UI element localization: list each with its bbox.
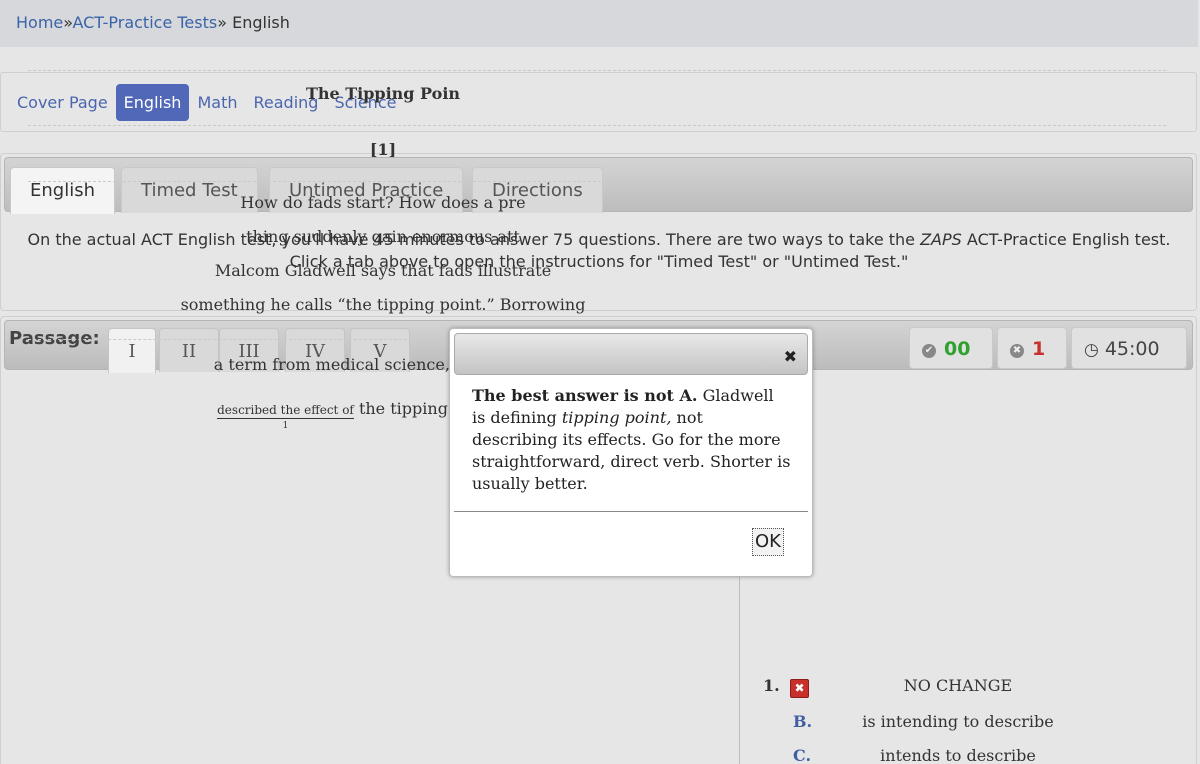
- clock-icon: ◷: [1084, 340, 1099, 360]
- brand-name: ZAPS: [920, 230, 962, 249]
- divider: [28, 181, 1166, 182]
- wrong-answer-icon: ✖: [790, 679, 809, 698]
- underlined-phrase-1b[interactable]: described the effect of 1: [217, 402, 354, 431]
- ok-button[interactable]: OK: [752, 528, 784, 556]
- answer-letter: C.: [793, 746, 812, 764]
- incorrect-value: 1: [1032, 338, 1046, 360]
- breadcrumb-tests[interactable]: ACT-Practice Tests: [72, 13, 217, 32]
- answer-letter: B.: [793, 712, 813, 731]
- section-number: [1]: [369, 140, 397, 159]
- correct-value: 00: [944, 338, 971, 360]
- passage-line: Malcom Gladwell says that fads illustrat…: [214, 261, 552, 280]
- answer-text: intends to describe: [880, 746, 1036, 764]
- answer-option-a[interactable]: 1. ✖ NO CHANGE: [763, 676, 1163, 700]
- breadcrumb-sep: »: [217, 13, 233, 32]
- timer: ◷ 45:00: [1071, 327, 1187, 369]
- passage-line: thing suddenly gain enormous att: [246, 227, 520, 246]
- close-icon[interactable]: ✖: [784, 347, 797, 366]
- correct-count: ✔ 00: [909, 327, 993, 369]
- breadcrumb-current: English: [232, 13, 290, 32]
- dialog-term: tipping point,: [561, 408, 672, 427]
- question-number: 1.: [763, 676, 780, 695]
- answer-option-b[interactable]: B. is intending to describe: [763, 712, 1163, 736]
- underlined-text: described the effect of: [217, 403, 354, 417]
- timer-value: 45:00: [1104, 338, 1160, 360]
- answer-text: is intending to describe: [862, 712, 1054, 731]
- divider: [28, 70, 1166, 71]
- answer-text: NO CHANGE: [903, 676, 1013, 695]
- x-circle-icon: ✖: [1010, 344, 1024, 358]
- answer-option-c[interactable]: C. intends to describe: [763, 746, 1163, 764]
- passage-line: something he calls “the tipping point.” …: [180, 295, 586, 314]
- dialog-message: The best answer is not A. Gladwell is de…: [472, 385, 792, 495]
- incorrect-count: ✖ 1: [997, 327, 1067, 369]
- feedback-dialog: ✖ The best answer is not A. Gladwell is …: [449, 328, 813, 577]
- passage-line: How do fads start? How does a pre: [240, 193, 526, 212]
- question-ref: 1: [282, 421, 289, 431]
- dialog-verdict: The best answer is not A.: [472, 386, 698, 405]
- passage-title: The Tipping Poin: [305, 84, 461, 103]
- divider: [28, 125, 1166, 126]
- breadcrumb: Home»ACT-Practice Tests» English: [0, 0, 1198, 47]
- dialog-titlebar: ✖: [454, 333, 808, 375]
- check-icon: ✔: [922, 344, 936, 358]
- breadcrumb-home[interactable]: Home: [16, 13, 63, 32]
- paragraph: How do fads start? How does a pre thing …: [28, 186, 738, 322]
- dialog-separator: [454, 511, 808, 512]
